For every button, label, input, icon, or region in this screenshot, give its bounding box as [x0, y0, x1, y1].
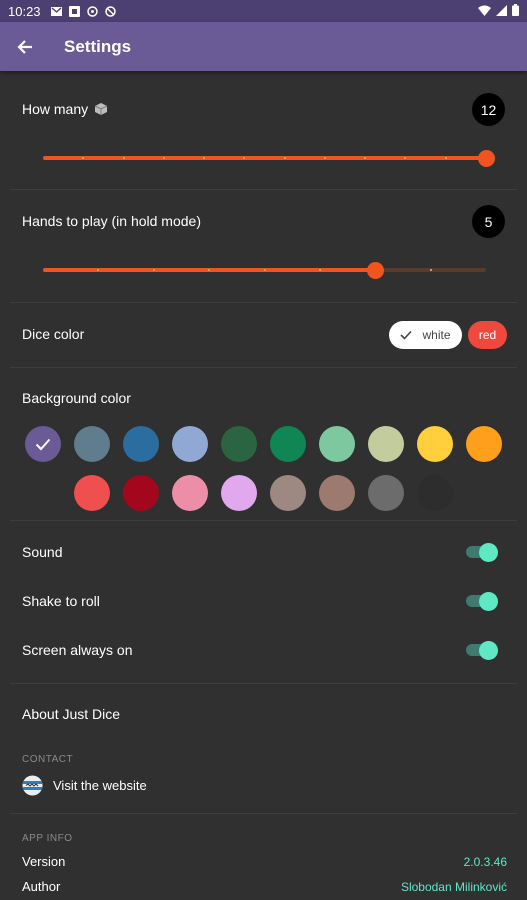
page-title: Settings [64, 36, 132, 56]
slider-tick [318, 269, 321, 271]
hands-slider[interactable] [43, 261, 486, 279]
color-swatch[interactable] [74, 426, 110, 462]
how-many-label: How many [22, 101, 89, 117]
status-time: 10:23 [8, 3, 41, 19]
toggle-thumb [479, 592, 498, 611]
dice-icon [94, 103, 108, 115]
slider-tick [152, 269, 155, 271]
slider-tick [283, 157, 286, 159]
visit-website-link[interactable]: Visit the website [22, 775, 147, 796]
battery-icon [512, 4, 519, 16]
block-icon [104, 5, 116, 17]
color-swatch[interactable] [270, 426, 306, 462]
color-swatch[interactable] [123, 475, 159, 511]
color-swatch[interactable] [172, 426, 208, 462]
divider [10, 520, 517, 521]
wifi-icon [478, 5, 491, 16]
divider [10, 813, 517, 814]
how-many-row: How many [22, 101, 108, 117]
version-value: 2.0.3.46 [463, 855, 507, 869]
notification-icon [68, 5, 80, 17]
sound-label: Sound [22, 544, 63, 560]
screen-on-label: Screen always on [22, 642, 133, 658]
author-value[interactable]: Slobodan Milinković [401, 880, 507, 894]
hands-value-badge: 5 [472, 205, 505, 238]
slider-tick [444, 157, 447, 159]
gmail-icon [50, 6, 62, 16]
color-swatch[interactable] [417, 475, 453, 511]
color-swatch[interactable] [319, 426, 355, 462]
app-bar: Settings [0, 22, 527, 71]
color-swatch[interactable] [368, 475, 404, 511]
back-button[interactable] [0, 22, 50, 71]
how-many-value-badge: 12 [472, 93, 505, 126]
color-swatch[interactable] [270, 475, 306, 511]
author-label: Author [22, 879, 61, 894]
divider [10, 302, 517, 303]
slider-tick [323, 157, 326, 159]
screen-on-toggle[interactable] [466, 641, 500, 660]
slider-tick [263, 269, 266, 271]
chip-label-white: white [422, 328, 451, 342]
slider-fill [43, 156, 486, 160]
color-swatch[interactable] [319, 475, 355, 511]
version-label: Version [22, 854, 66, 869]
app-info-heading: APP INFO [22, 833, 73, 844]
contact-heading: CONTACT [22, 754, 74, 765]
slider-thumb[interactable] [367, 262, 385, 279]
divider [10, 367, 517, 368]
color-swatch[interactable] [221, 475, 257, 511]
dice-color-label: Dice color [22, 326, 85, 342]
sound-toggle[interactable] [466, 543, 500, 562]
chip-label-red: red [478, 328, 497, 342]
status-bar: 10:23 [0, 0, 527, 22]
toggle-thumb [479, 543, 498, 562]
check-icon [400, 330, 413, 340]
slider-thumb[interactable] [478, 150, 495, 167]
sync-icon [86, 5, 98, 17]
color-swatch[interactable] [123, 426, 159, 462]
back-arrow-icon [17, 39, 32, 54]
check-icon [35, 438, 51, 450]
color-swatch[interactable] [221, 426, 257, 462]
globe-icon [22, 775, 43, 796]
signal-icon [496, 4, 507, 16]
divider [10, 189, 517, 190]
background-color-label: Background color [22, 390, 131, 406]
visit-website-text: Visit the website [53, 778, 147, 793]
shake-label: Shake to roll [22, 593, 100, 609]
slider-tick [429, 269, 432, 271]
color-swatch[interactable] [368, 426, 404, 462]
color-swatch[interactable] [417, 426, 453, 462]
slider-tick [122, 157, 125, 159]
hands-label: Hands to play (in hold mode) [22, 213, 201, 229]
slider-tick [162, 157, 165, 159]
shake-toggle[interactable] [466, 592, 500, 611]
dice-color-red-chip[interactable]: red [468, 321, 507, 349]
dice-color-white-chip[interactable]: white [389, 321, 462, 349]
how-many-slider[interactable] [43, 149, 495, 167]
color-swatch[interactable] [74, 475, 110, 511]
color-swatch[interactable] [25, 426, 61, 462]
divider [10, 683, 517, 684]
color-swatch[interactable] [172, 475, 208, 511]
color-swatch[interactable] [466, 426, 502, 462]
about-label[interactable]: About Just Dice [22, 706, 120, 722]
toggle-thumb [479, 641, 498, 660]
